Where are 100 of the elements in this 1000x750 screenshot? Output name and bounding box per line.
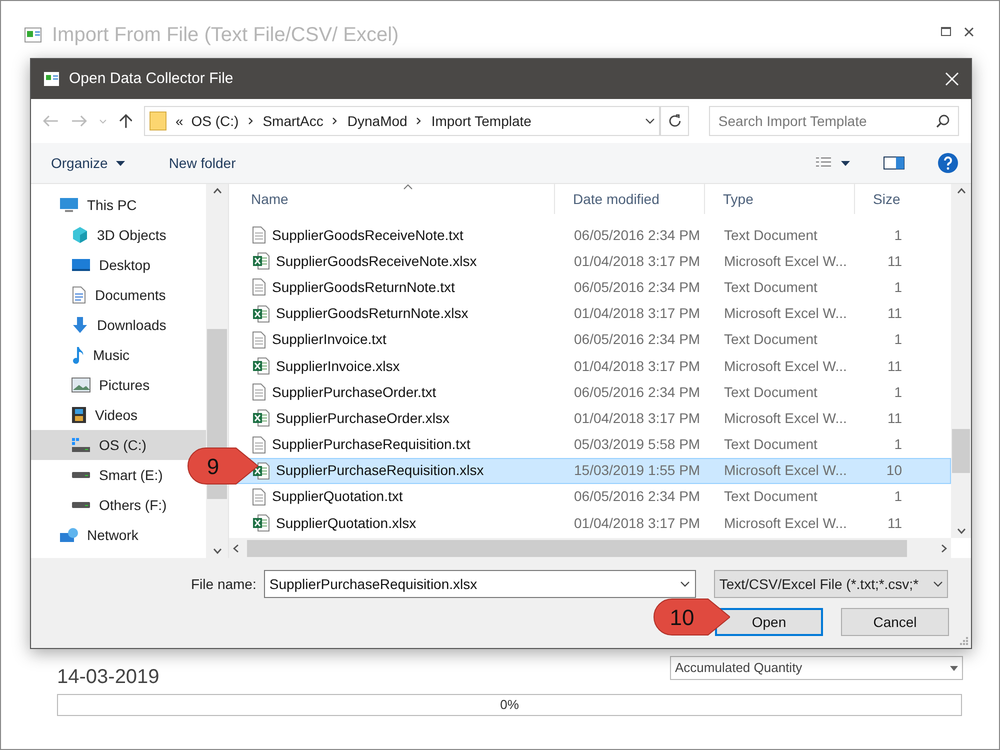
file-size: 11	[887, 305, 902, 322]
date-modified: 06/05/2016 2:34 PM	[574, 226, 700, 243]
monitor-icon	[59, 197, 79, 213]
scrollbar-thumb[interactable]	[952, 429, 970, 473]
mode-dropdown[interactable]: Accumulated Quantity	[670, 656, 963, 680]
search-field[interactable]: Search Import Template	[709, 106, 959, 136]
drive-icon	[71, 501, 91, 509]
navigation-item[interactable]: Desktop	[31, 250, 206, 280]
navigation-item[interactable]: Music	[31, 340, 206, 370]
chevron-icon	[415, 117, 424, 125]
file-size: 10	[886, 462, 902, 478]
app-icon	[43, 71, 61, 87]
download-icon	[71, 316, 89, 334]
breadcrumb-overflow[interactable]: «	[175, 110, 184, 132]
file-row[interactable]: SupplierGoodsReturnNote.txt 06/05/2016 2:34 PM Text Document 1	[233, 274, 951, 301]
column-header[interactable]: Name	[233, 184, 555, 214]
file-type: Text Document	[724, 278, 818, 295]
spreadsheet-file-icon	[252, 462, 270, 480]
navigation-item[interactable]: Others (F:)	[31, 490, 206, 520]
scrollbar[interactable]	[206, 184, 228, 558]
column-header[interactable]: Size	[855, 184, 947, 214]
file-row[interactable]: SupplierGoodsReceiveNote.xlsx 01/04/2018 3:17 PM Microsoft Excel W... 11	[233, 248, 951, 274]
dialog-button[interactable]: Cancel	[841, 608, 949, 636]
date-modified: 01/04/2018 3:17 PM	[574, 358, 700, 374]
preview-pane-icon[interactable]	[883, 156, 905, 170]
date-modified: 05/03/2019 5:58 PM	[574, 436, 700, 452]
file-row[interactable]: SupplierPurchaseOrder.xlsx 01/04/2018 3:17 PM Microsoft Excel W... 11	[233, 405, 951, 432]
scrollbar-thumb[interactable]	[247, 540, 907, 556]
scroll-up-icon[interactable]	[212, 188, 222, 194]
new-folder-button[interactable]: New folder	[164, 148, 240, 178]
file-name: SupplierQuotation.txt	[272, 487, 403, 506]
column-header[interactable]: Type	[705, 184, 855, 214]
scroll-down-icon[interactable]	[212, 548, 222, 554]
file-size: 1	[894, 226, 902, 243]
scroll-left-icon[interactable]	[233, 544, 239, 552]
file-row[interactable]: SupplierQuotation.xlsx 01/04/2018 3:17 PM Microsoft Excel W... 11	[233, 510, 951, 536]
file-type: Microsoft Excel W...	[724, 358, 847, 374]
navigation-item[interactable]: Videos	[31, 400, 206, 430]
help-icon[interactable]	[937, 152, 959, 174]
view-options-icon[interactable]	[815, 157, 851, 169]
file-type: Text Document	[724, 436, 818, 452]
file-type: Microsoft Excel W...	[724, 514, 847, 531]
breadcrumb[interactable]: DynaMod	[347, 110, 408, 132]
text-file-icon	[252, 383, 266, 402]
file-row[interactable]: SupplierInvoice.txt 06/05/2016 2:34 PM Text Document 1	[233, 326, 951, 353]
breadcrumb[interactable]: OS (C:)	[191, 110, 239, 132]
file-size: 1	[894, 331, 902, 348]
navigation-item[interactable]: Documents	[31, 280, 206, 310]
resize-grip-icon[interactable]	[960, 637, 968, 645]
close-icon[interactable]	[964, 27, 974, 37]
navigation-item[interactable]: Downloads	[31, 310, 206, 340]
file-name: SupplierGoodsReceiveNote.txt	[272, 226, 464, 245]
document-icon	[71, 286, 87, 304]
text-file-icon	[252, 488, 266, 506]
file-row[interactable]: SupplierQuotation.txt 06/05/2016 2:34 PM Text Document 1	[233, 484, 951, 510]
refresh-icon[interactable]	[660, 106, 690, 136]
file-row[interactable]: SupplierGoodsReturnNote.xlsx 01/04/2018 3:17 PM Microsoft Excel W... 11	[233, 300, 951, 327]
address-bar[interactable]: « OS (C:) SmartAcc DynaMod Import Template	[144, 106, 660, 136]
spreadsheet-file-icon	[252, 252, 270, 270]
file-name: SupplierInvoice.xlsx	[276, 356, 400, 376]
breadcrumb[interactable]: SmartAcc	[262, 110, 324, 132]
scroll-right-icon[interactable]	[941, 544, 947, 552]
file-type: Text Document	[724, 331, 818, 348]
dialog-button[interactable]: Open	[715, 608, 823, 636]
file-size: 11	[887, 514, 902, 531]
breadcrumb[interactable]: Import Template	[431, 110, 532, 132]
file-type-dropdown[interactable]: Text/CSV/Excel File (*.txt;*.csv;*	[714, 570, 948, 598]
file-row[interactable]: SupplierGoodsReceiveNote.txt 06/05/2016 2:34 PM Text Document 1	[233, 222, 951, 248]
progress-reading: 0%	[499, 696, 520, 714]
file-name: SupplierPurchaseOrder.xlsx	[276, 408, 450, 428]
file-type: Text Document	[724, 384, 818, 400]
navigation-item[interactable]: This PC	[31, 190, 206, 220]
drive-icon	[71, 437, 91, 453]
organize-button[interactable]: Organize	[43, 148, 133, 178]
file-name-field[interactable]: SupplierPurchaseRequisition.xlsx	[264, 570, 696, 598]
maximize-icon[interactable]	[941, 27, 951, 36]
text-file-icon	[252, 278, 266, 296]
chevron-down-icon	[644, 118, 655, 124]
file-name: SupplierQuotation.xlsx	[276, 514, 416, 533]
scroll-down-icon[interactable]	[956, 528, 966, 534]
spreadsheet-file-icon	[252, 357, 270, 376]
navigation-item[interactable]: OS (C:)	[31, 430, 206, 460]
up-arrow-icon[interactable]	[118, 113, 132, 129]
film-icon	[71, 406, 87, 424]
file-name: SupplierPurchaseRequisition.txt	[272, 435, 470, 454]
music-note-icon	[71, 346, 85, 364]
chevron-icon	[331, 117, 340, 125]
file-size: 1	[894, 488, 902, 504]
scrollbar[interactable]	[951, 184, 971, 538]
navigation-item[interactable]: Network	[31, 520, 206, 550]
file-row[interactable]: SupplierInvoice.xlsx 01/04/2018 3:17 PM Microsoft Excel W... 11	[233, 352, 951, 380]
horizontal-scrollbar[interactable]	[229, 538, 951, 558]
file-type: Text Document	[724, 488, 818, 504]
file-size: 11	[887, 410, 902, 426]
navigation-item[interactable]: 3D Objects	[31, 220, 206, 250]
navigation-item[interactable]: Pictures	[31, 370, 206, 400]
column-header[interactable]: Date modified	[555, 184, 705, 214]
chevron-down-icon	[680, 581, 690, 587]
file-row[interactable]: SupplierPurchaseOrder.txt 06/05/2016 2:34 PM Text Document 1	[233, 379, 951, 406]
scroll-up-icon[interactable]	[956, 188, 966, 194]
